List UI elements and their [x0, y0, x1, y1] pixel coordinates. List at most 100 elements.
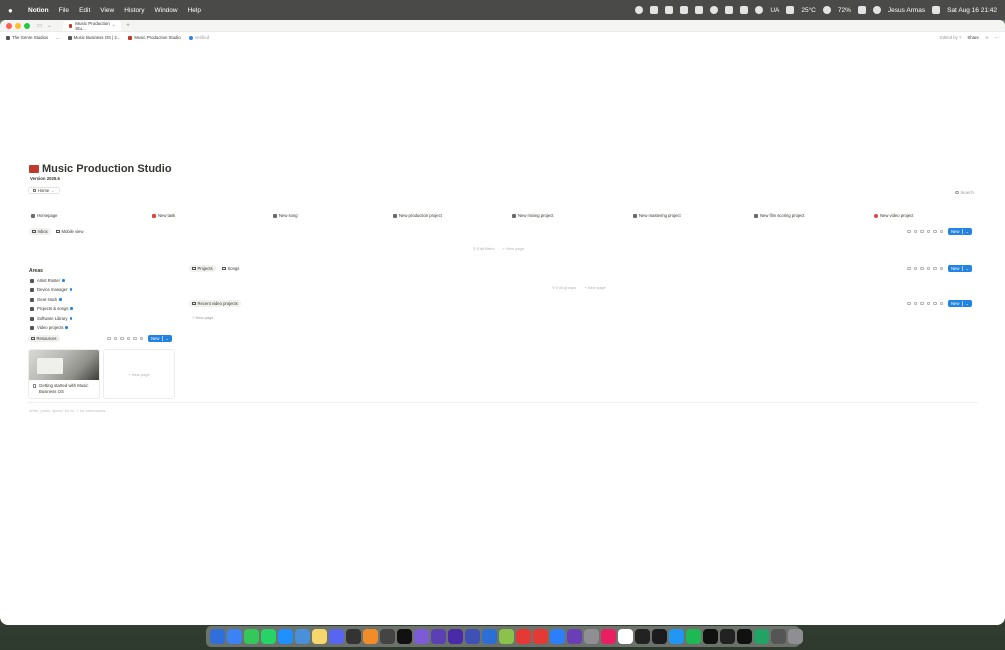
- tray-bolt-icon[interactable]: [650, 6, 659, 14]
- breadcrumb-ellipsis[interactable]: ...: [56, 35, 60, 40]
- menu-help[interactable]: Help: [188, 7, 201, 14]
- tab-projects[interactable]: Projects: [189, 265, 216, 272]
- menu-edit[interactable]: Edit: [79, 7, 90, 14]
- quick-action-homepage[interactable]: Homepage: [31, 213, 58, 218]
- quick-action-new-mixing-project[interactable]: New mixing project: [512, 213, 553, 218]
- area-projects-songs[interactable]: Projects & songs: [30, 306, 73, 311]
- new-button[interactable]: New ⌄: [948, 228, 972, 235]
- app-icon[interactable]: [499, 629, 514, 644]
- close-window-icon[interactable]: [6, 22, 12, 29]
- editor-placeholder[interactable]: Write, press 'space' for AI, '/' for com…: [29, 408, 109, 413]
- page-title[interactable]: Music Production Studio: [42, 163, 172, 175]
- minimize-window-icon[interactable]: [15, 22, 21, 29]
- menu-file[interactable]: File: [59, 7, 69, 14]
- app-icon[interactable]: [516, 629, 531, 644]
- new-page-link[interactable]: + New page: [503, 246, 524, 251]
- sort-icon[interactable]: [913, 229, 917, 234]
- app-icon[interactable]: [363, 629, 378, 644]
- app-icon[interactable]: [448, 629, 463, 644]
- tray-weather[interactable]: 25°C: [801, 7, 816, 14]
- filter-icon[interactable]: [907, 266, 911, 271]
- app-icon[interactable]: [635, 629, 650, 644]
- close-tab-icon[interactable]: ×: [112, 23, 115, 28]
- tray-user-name[interactable]: Jesus Armas: [888, 7, 925, 14]
- safari-icon[interactable]: [227, 629, 242, 644]
- expand-icon[interactable]: [933, 266, 937, 271]
- settings-icon[interactable]: [139, 336, 143, 341]
- apple-icon[interactable]: ●: [8, 6, 18, 15]
- chevron-down-icon[interactable]: ⌄: [962, 266, 969, 271]
- breadcrumb-item-genre-studios[interactable]: The Genre Studios: [6, 35, 48, 40]
- area-video-projects[interactable]: Video projects: [30, 325, 68, 330]
- app-icon[interactable]: [380, 629, 395, 644]
- finder-icon[interactable]: [210, 629, 225, 644]
- tray-target-icon[interactable]: [710, 6, 719, 14]
- tray-warning-icon[interactable]: [680, 6, 689, 14]
- filter-icon[interactable]: [107, 336, 111, 341]
- resource-card[interactable]: Getting started with Music Business OS: [28, 349, 100, 399]
- verified-badge[interactable]: Verified: [188, 35, 209, 40]
- edit-groups-link[interactable]: ⚲ Edit groups: [552, 285, 576, 290]
- tray-language[interactable]: UA: [770, 7, 779, 14]
- new-page-link[interactable]: + New page: [192, 315, 213, 320]
- app-icon[interactable]: [703, 629, 718, 644]
- settings-icon[interactable]: [939, 229, 943, 234]
- messages-icon[interactable]: [244, 629, 259, 644]
- tray-datetime[interactable]: Sat Aug 16 21:42: [947, 7, 997, 14]
- tray-calendar-icon[interactable]: [695, 6, 704, 14]
- area-device-manager[interactable]: Device manager: [30, 287, 72, 292]
- automation-icon[interactable]: [920, 301, 924, 306]
- discord-icon[interactable]: [329, 629, 344, 644]
- automation-icon[interactable]: [920, 266, 924, 271]
- tab-mobile-view[interactable]: Mobile view: [53, 228, 86, 235]
- area-gear-stock[interactable]: Gear stock: [30, 297, 62, 302]
- sidebar-toggle-icon[interactable]: ▭: [36, 23, 43, 29]
- chevron-down-icon[interactable]: ⌄: [962, 301, 969, 306]
- chevron-down-icon[interactable]: ⌄: [962, 229, 969, 234]
- expand-icon[interactable]: [933, 301, 937, 306]
- breadcrumb-item-music-production-studio[interactable]: Music Production Studio: [128, 35, 181, 40]
- menu-window[interactable]: Window: [154, 7, 177, 14]
- breadcrumb-item-business-os[interactable]: Music Business OS | 2...: [67, 35, 120, 40]
- area-artist-roster[interactable]: Artist Roster: [30, 278, 65, 283]
- chevron-down-icon[interactable]: ⌄: [46, 23, 53, 29]
- tray-sync-icon[interactable]: [822, 6, 831, 14]
- notes-icon[interactable]: [312, 629, 327, 644]
- app-icon[interactable]: [737, 629, 752, 644]
- tray-tag-icon[interactable]: [740, 6, 749, 14]
- whatsapp-icon[interactable]: [261, 629, 276, 644]
- app-icon[interactable]: [720, 629, 735, 644]
- app-store-icon[interactable]: [278, 629, 293, 644]
- star-icon[interactable]: ☆: [985, 35, 989, 41]
- settings-icon[interactable]: [939, 266, 943, 271]
- expand-icon[interactable]: [933, 229, 937, 234]
- tray-battery-percent[interactable]: 72%: [838, 7, 851, 14]
- tray-card-icon[interactable]: [665, 6, 674, 14]
- trash-icon[interactable]: [788, 629, 803, 644]
- app-icon[interactable]: [771, 629, 786, 644]
- settings-icon[interactable]: [939, 301, 943, 306]
- app-icon[interactable]: [431, 629, 446, 644]
- new-button[interactable]: New ⌄: [148, 335, 172, 342]
- quick-action-new-task[interactable]: New task: [152, 213, 175, 218]
- search-icon[interactable]: [926, 229, 930, 234]
- app-icon[interactable]: [550, 629, 565, 644]
- chevron-down-icon[interactable]: ⌄: [162, 336, 169, 341]
- slack-icon[interactable]: [601, 629, 616, 644]
- app-icon[interactable]: [346, 629, 361, 644]
- new-button[interactable]: New ⌄: [948, 265, 972, 272]
- settings-icon[interactable]: [584, 629, 599, 644]
- new-page-link[interactable]: + New page: [584, 285, 605, 290]
- filter-icon[interactable]: [907, 301, 911, 306]
- quick-action-new-production-project[interactable]: New production project: [393, 213, 442, 218]
- excel-icon[interactable]: [754, 629, 769, 644]
- tab-recent-video-projects[interactable]: Recent video projects: [189, 300, 241, 307]
- quick-action-new-mastering-project[interactable]: New mastering project: [633, 213, 681, 218]
- sort-icon[interactable]: [913, 266, 917, 271]
- tray-bucket-icon[interactable]: [786, 6, 795, 14]
- filter-icon[interactable]: [907, 229, 911, 234]
- new-button[interactable]: New ⌄: [948, 300, 972, 307]
- search-icon[interactable]: [926, 301, 930, 306]
- area-software-library[interactable]: Software Library: [30, 316, 72, 321]
- zoom-window-icon[interactable]: [24, 22, 30, 29]
